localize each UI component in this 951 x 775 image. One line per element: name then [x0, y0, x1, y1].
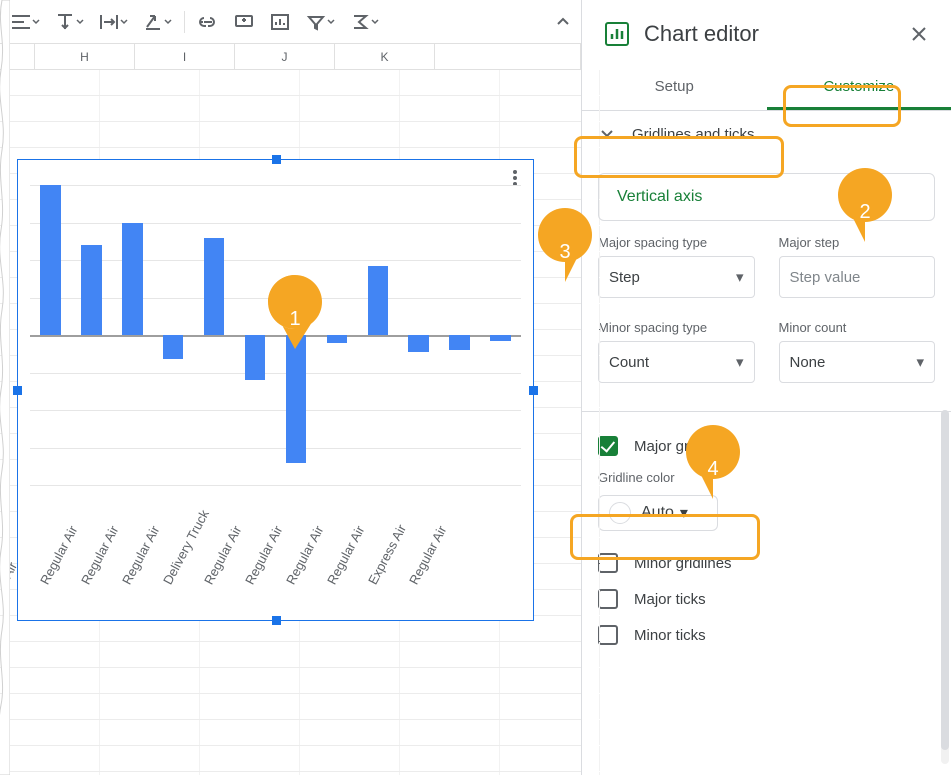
major-spacing-select[interactable]: Step ▾ [598, 256, 755, 298]
chart-plot [30, 185, 521, 485]
resize-handle[interactable] [13, 386, 22, 395]
torn-edge [0, 0, 10, 775]
axis-selector-label: Vertical axis [617, 188, 702, 205]
align-icon[interactable] [8, 9, 42, 35]
chart-editor-panel: Chart editor Setup Customize Gridlines a… [581, 0, 951, 775]
major-step-label: Major step [779, 235, 936, 250]
gridline-color-label: Gridline color [582, 464, 951, 485]
minor-gridlines-checkbox[interactable] [598, 553, 618, 573]
minor-spacing-select[interactable]: Count ▾ [598, 341, 755, 383]
filter-icon[interactable] [303, 9, 337, 35]
column-header[interactable]: K [335, 44, 435, 69]
toolbar [0, 0, 581, 44]
functions-icon[interactable] [347, 9, 381, 35]
panel-tabs: Setup Customize [582, 64, 951, 107]
chevron-down-icon [598, 125, 616, 143]
major-ticks-label: Major ticks [634, 591, 706, 608]
toolbar-collapse-icon[interactable] [553, 10, 573, 34]
major-gridlines-checkbox[interactable] [598, 436, 618, 456]
minor-ticks-label: Minor ticks [634, 627, 706, 644]
major-gridlines-label: Major gridlines [634, 438, 732, 455]
major-ticks-checkbox[interactable] [598, 589, 618, 609]
dropdown-caret-icon: ▾ [736, 353, 744, 371]
resize-handle[interactable] [529, 386, 538, 395]
chart-xlabels: r AirRegular AirRegular AirRegular AirDe… [30, 490, 521, 610]
tab-setup[interactable]: Setup [582, 64, 767, 107]
major-spacing-label: Major spacing type [598, 235, 755, 250]
dropdown-caret-icon: ▾ [916, 353, 924, 371]
column-header[interactable]: J [235, 44, 335, 69]
valign-icon[interactable] [52, 9, 86, 35]
panel-scrollbar[interactable] [941, 410, 949, 764]
text-rotate-icon[interactable] [140, 9, 174, 35]
gridline-color-picker[interactable]: Auto ▾ [598, 495, 718, 531]
dropdown-caret-icon: ▾ [680, 503, 688, 523]
select-value: Count [609, 354, 649, 371]
minor-count-select[interactable]: None ▾ [779, 341, 936, 383]
close-icon[interactable] [905, 20, 933, 48]
axis-selector[interactable]: Vertical axis [598, 173, 935, 221]
minor-gridlines-label: Minor gridlines [634, 555, 732, 572]
resize-handle[interactable] [272, 155, 281, 164]
major-step-input[interactable]: Step value [779, 256, 936, 298]
tab-customize[interactable]: Customize [767, 64, 951, 107]
dropdown-caret-icon: ▾ [736, 268, 744, 286]
minor-ticks-checkbox[interactable] [598, 625, 618, 645]
wrap-icon[interactable] [96, 9, 130, 35]
column-headers: H I J K [0, 44, 581, 70]
column-header[interactable]: I [135, 44, 235, 69]
link-icon[interactable] [195, 9, 221, 35]
minor-count-label: Minor count [779, 320, 936, 335]
chart-object[interactable]: r AirRegular AirRegular AirRegular AirDe… [18, 160, 533, 620]
comment-icon[interactable] [231, 9, 257, 35]
spreadsheet-area: H I J K /*rows drawn below via JS*/ r Ai… [0, 0, 581, 775]
color-swatch [609, 502, 631, 524]
section-label: Gridlines and ticks [632, 126, 755, 143]
column-header[interactable] [435, 44, 581, 69]
input-placeholder: Step value [790, 269, 861, 286]
panel-title: Chart editor [644, 21, 759, 47]
select-value: Step [609, 269, 640, 286]
insert-chart-icon[interactable] [267, 9, 293, 35]
chart-editor-icon [604, 21, 630, 47]
select-value: None [790, 354, 826, 371]
section-gridlines-ticks[interactable]: Gridlines and ticks [582, 111, 951, 157]
color-value: Auto [641, 504, 674, 522]
minor-spacing-label: Minor spacing type [598, 320, 755, 335]
column-header[interactable]: H [35, 44, 135, 69]
resize-handle[interactable] [272, 616, 281, 625]
